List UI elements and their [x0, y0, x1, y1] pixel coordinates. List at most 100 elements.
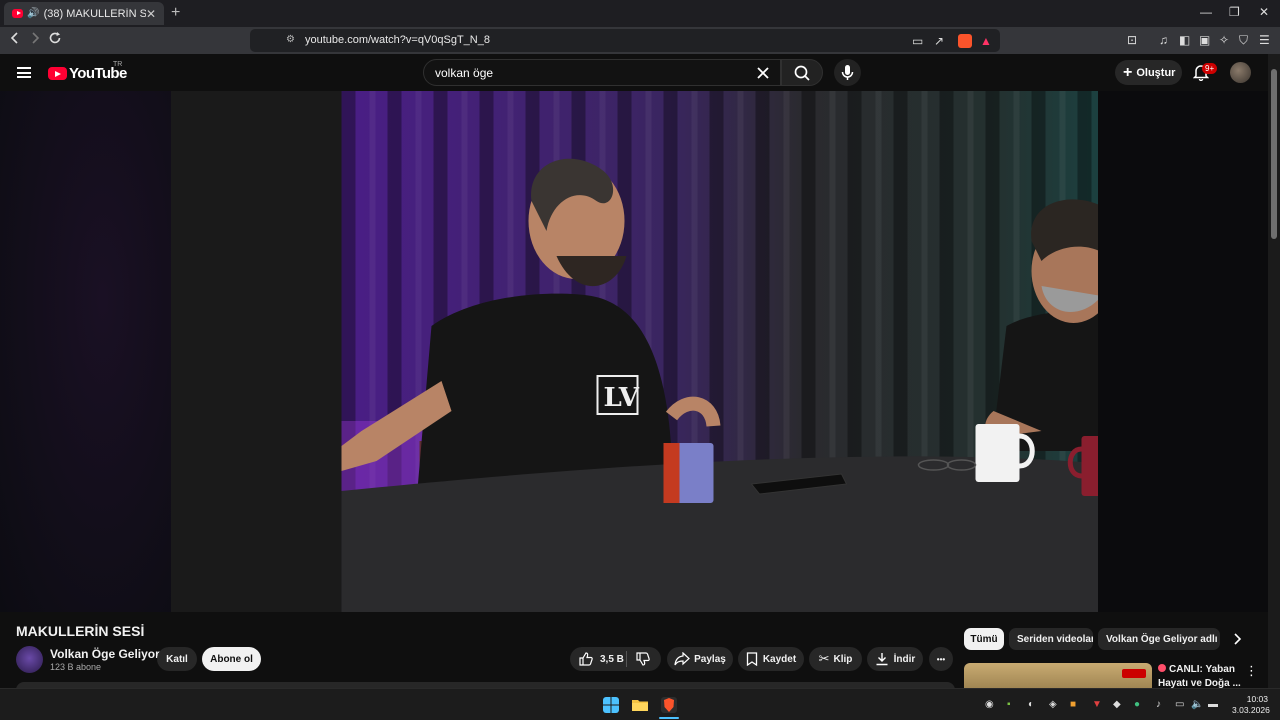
- scrollbar-thumb[interactable]: [1271, 69, 1277, 239]
- site-info-icon[interactable]: ⚙: [286, 34, 295, 45]
- video-right-backdrop: [1098, 91, 1268, 612]
- recommended-video-title[interactable]: CANLI: Yaban Hayatı ve Doğa ...: [1158, 663, 1241, 691]
- tray-app-icon-6[interactable]: ▼: [1092, 699, 1102, 710]
- notification-count-badge: 9+: [1202, 63, 1218, 74]
- chip-all[interactable]: Tümü: [964, 628, 1004, 650]
- live-dot-icon: [1158, 664, 1166, 672]
- like-button[interactable]: 3,5 B: [578, 651, 624, 667]
- youtube-logo[interactable]: YouTube TR: [48, 61, 127, 82]
- url-text: youtube.com/watch?v=qV0qSgT_N_8: [305, 34, 490, 46]
- minimize-button[interactable]: —: [1200, 5, 1212, 19]
- windows-taskbar: ◉ ▪ ◐ ◈ ■ ▼ ◆ ● ♪ ▭ 🔈 ▬ 10:03 3.03.2026: [0, 688, 1280, 720]
- recommended-video-thumbnail[interactable]: [964, 663, 1152, 688]
- dislike-button[interactable]: [635, 651, 651, 667]
- clip-label: Klip: [833, 653, 853, 665]
- like-dislike-group: 3,5 B: [570, 647, 661, 671]
- page-scrollbar[interactable]: [1268, 54, 1280, 688]
- tray-app-icon-2[interactable]: ▪: [1007, 699, 1011, 710]
- cast-icon[interactable]: ▭: [912, 34, 923, 48]
- clear-search-icon[interactable]: [752, 62, 774, 84]
- share-button[interactable]: Paylaş: [667, 647, 733, 671]
- download-button[interactable]: İndir: [867, 647, 923, 671]
- youtube-header: YouTube TR volkan öge + Oluştur 9+: [0, 54, 1268, 91]
- download-icon: [876, 653, 888, 666]
- subscriber-count: 123 B abone: [50, 662, 102, 672]
- bookmark-save-icon: [746, 652, 757, 666]
- clock-time: 10:03: [1246, 694, 1268, 704]
- browser-tab[interactable]: 🔊 (38) MAKULLERİN SESİ - YouT ✕: [4, 2, 164, 25]
- hamburger-menu-icon[interactable]: [17, 67, 31, 78]
- tray-app-icon-4[interactable]: ◈: [1049, 699, 1057, 710]
- clock-date: 3.03.2026: [1232, 705, 1270, 715]
- audio-playing-icon[interactable]: 🔊: [27, 8, 39, 19]
- voice-search-button[interactable]: [834, 59, 861, 86]
- new-tab-button[interactable]: +: [171, 4, 180, 22]
- more-vert-icon[interactable]: ⋮: [1245, 663, 1258, 679]
- close-window-button[interactable]: ✕: [1259, 5, 1269, 19]
- svg-text:LV: LV: [604, 383, 640, 413]
- video-title: MAKULLERİN SESİ: [16, 623, 145, 639]
- search-button[interactable]: [781, 59, 823, 86]
- chip-channel-uploads[interactable]: Volkan Öge Geliyor adlı yük: [1098, 628, 1220, 650]
- scissors-icon: ✂: [818, 651, 830, 666]
- share-page-icon[interactable]: ↗: [934, 34, 944, 48]
- chevron-right-icon[interactable]: [1232, 632, 1242, 646]
- create-button[interactable]: + Oluştur: [1115, 60, 1182, 85]
- media-controls-icon[interactable]: ♫: [1159, 33, 1168, 47]
- browser-tab-bar: 🔊 (38) MAKULLERİN SESİ - YouT ✕ + — ❐ ✕: [0, 0, 1280, 27]
- network-icon[interactable]: ▭: [1175, 699, 1184, 710]
- thumbs-down-icon: [636, 652, 650, 666]
- menu-icon[interactable]: ☰: [1259, 33, 1270, 47]
- brave-browser-icon[interactable]: [661, 697, 677, 713]
- save-button[interactable]: Kaydet: [738, 647, 804, 671]
- download-label: İndir: [893, 653, 916, 665]
- back-icon[interactable]: [9, 31, 21, 45]
- like-divider: [626, 651, 627, 667]
- search-box[interactable]: volkan öge: [423, 59, 781, 86]
- tab-title: (38) MAKULLERİN SESİ - YouT: [43, 7, 146, 20]
- leo-ai-icon[interactable]: ✧: [1219, 33, 1229, 47]
- live-badge: [1122, 669, 1146, 678]
- brave-shields-icon[interactable]: [958, 34, 972, 48]
- tray-app-icon-7[interactable]: ◆: [1113, 699, 1121, 710]
- search-icon: [794, 65, 810, 81]
- channel-avatar[interactable]: [16, 646, 43, 673]
- tray-app-icon-8[interactable]: ●: [1134, 699, 1140, 710]
- video-player[interactable]: LV: [171, 91, 1098, 612]
- channel-name[interactable]: Volkan Öge Geliyor: [50, 647, 160, 661]
- maximize-button[interactable]: ❐: [1229, 5, 1240, 19]
- tab-close-icon[interactable]: ✕: [146, 7, 156, 21]
- more-actions-button[interactable]: •••: [929, 647, 953, 671]
- chip-series-videos[interactable]: Seriden videolar: [1009, 628, 1093, 650]
- battery-icon[interactable]: ▬: [1208, 699, 1218, 710]
- brave-rewards-icon[interactable]: ▲: [980, 34, 992, 48]
- subscribe-button[interactable]: Abone ol: [202, 647, 261, 671]
- account-avatar[interactable]: [1230, 62, 1251, 83]
- vpn-icon[interactable]: ⛉: [1239, 33, 1248, 48]
- clip-button[interactable]: ✂ Klip: [809, 647, 862, 671]
- file-explorer-icon[interactable]: [632, 697, 648, 713]
- volume-icon[interactable]: 🔈: [1191, 699, 1203, 710]
- microphone-tray-icon[interactable]: ♪: [1156, 699, 1161, 710]
- plus-icon: +: [1123, 63, 1133, 81]
- youtube-play-icon: [48, 67, 67, 80]
- forward-icon[interactable]: [29, 31, 41, 45]
- windows-start-icon[interactable]: [603, 697, 619, 713]
- screenshot-icon[interactable]: ⊡: [1127, 33, 1137, 47]
- tray-app-icon-3[interactable]: ◐: [1028, 699, 1034, 710]
- create-label: Oluştur: [1136, 66, 1176, 79]
- search-input[interactable]: volkan öge: [435, 66, 493, 80]
- reload-icon[interactable]: [48, 31, 62, 45]
- address-bar[interactable]: ⚙ youtube.com/watch?v=qV0qSgT_N_8 ▭ ↗ ▲: [250, 29, 1000, 52]
- sidebar-icon[interactable]: ◧: [1179, 33, 1190, 47]
- save-label: Kaydet: [762, 653, 797, 665]
- tray-app-icon-1[interactable]: ◉: [985, 699, 994, 710]
- share-icon: [674, 652, 691, 666]
- browser-toolbar: ⚙ youtube.com/watch?v=qV0qSgT_N_8 ▭ ↗ ▲ …: [0, 27, 1280, 54]
- system-clock[interactable]: 10:03 3.03.2026: [1232, 694, 1270, 716]
- join-button[interactable]: Katıl: [157, 647, 197, 671]
- wallet-icon[interactable]: ▣: [1199, 33, 1210, 47]
- thumbs-up-icon: [579, 652, 593, 666]
- video-frame: LV: [341, 91, 1098, 612]
- tray-app-icon-5[interactable]: ■: [1070, 699, 1076, 710]
